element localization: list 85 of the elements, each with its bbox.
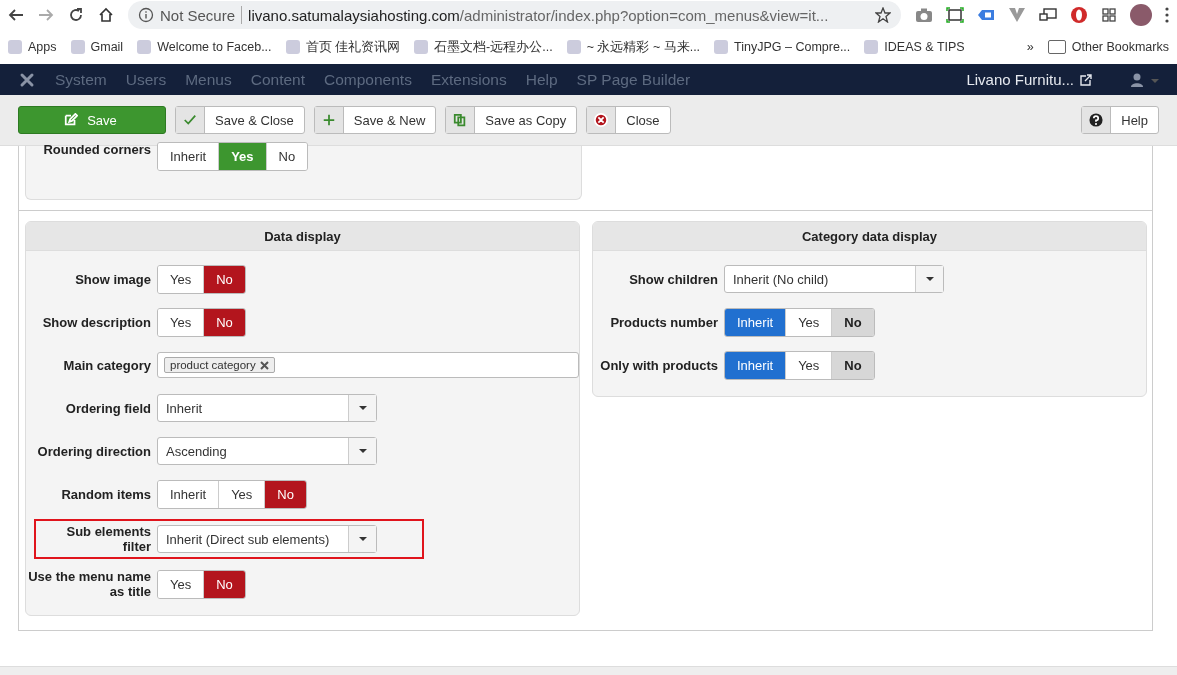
select-field[interactable]: Ascending [157,437,377,465]
field-label: Show children [628,271,718,287]
cast-icon[interactable] [1039,7,1057,23]
other-bookmarks[interactable]: Other Bookmarks [1047,40,1169,54]
tag-icon[interactable] [977,7,995,23]
v-logo-icon[interactable] [1008,7,1026,23]
grid-icon[interactable] [1101,7,1117,23]
field-label: Rounded corners [42,142,151,157]
toggle-option[interactable]: Yes [158,570,205,598]
remove-icon[interactable] [259,360,269,370]
address-bar[interactable]: Not Secure livano.satumalaysiahosting.com/administrator/index.php?option=com_menus&view=it... [128,1,901,29]
user-icon[interactable] [1131,72,1159,87]
toggle-option[interactable]: No [265,480,306,508]
toolbar-button[interactable]: Close [586,106,671,134]
toolbar-button[interactable]: Save as Copy [445,106,578,134]
toggle-option[interactable]: No [204,308,245,336]
toggle-option[interactable]: No [204,265,245,293]
toolbar-button[interactable]: Save & New [313,106,437,134]
bookmark[interactable]: IDEAS & TIPS [864,40,965,54]
toggle-option[interactable]: Inherit [158,480,220,508]
help-icon [1089,113,1104,127]
toggle-option[interactable]: Inherit [725,308,787,336]
bookmarks-overflow[interactable]: » [1026,40,1034,54]
bookmark[interactable]: ~ 永远精彩 ~ 马来... [566,38,701,56]
caret-icon [357,405,368,411]
toolbar-button[interactable]: Save & Close [175,106,305,134]
toggle-option[interactable]: No [204,570,245,598]
camera-icon[interactable] [915,7,933,23]
toggle-option[interactable]: Yes [786,351,833,379]
bookmark[interactable]: TinyJPG – Compre... [714,40,851,54]
bookmark[interactable]: Apps [8,40,57,54]
toggle-option[interactable]: Yes [158,308,205,336]
field-label: Sub elements filter [65,524,151,554]
toggle-option[interactable]: Yes [786,308,833,336]
toggle-option[interactable]: Inherit [158,143,220,170]
tag-input-field[interactable]: product category [157,352,579,378]
check-icon [183,113,197,127]
caret-icon [357,536,368,542]
tag-chip[interactable]: product category [164,357,275,373]
field-label: Ordering direction [36,443,151,459]
close-icon [594,113,609,127]
bookmark[interactable]: Welcome to Faceb... [137,40,272,54]
plus-icon [321,113,336,127]
select-field[interactable]: Inherit (No child) [724,265,944,293]
external-link-icon[interactable] [1080,73,1092,86]
toggle-option[interactable]: Inherit [725,351,787,379]
opera-icon[interactable] [1070,6,1088,24]
caret-icon [357,448,368,454]
toggle-option[interactable]: Yes [158,265,205,293]
avatar-icon[interactable] [1130,4,1152,26]
bookmark[interactable]: Gmail [70,40,124,54]
caret-icon [924,276,935,282]
select-field[interactable]: Inherit (Direct sub elements) [157,525,377,553]
field-label: Random items [60,486,151,502]
toggle-option[interactable]: No [832,308,874,336]
field-label: Ordering field [64,400,151,416]
field-label: Use the menu name as title [27,569,151,599]
panel-title: Data display [26,222,579,251]
field-label: Only with products [599,357,718,373]
field-label: Show description [41,314,151,330]
star-icon[interactable] [875,7,891,23]
screen-capture-icon[interactable] [946,7,964,23]
info-icon [138,7,154,23]
field-label: Main category [62,357,151,373]
toggle-option[interactable]: Yes [219,143,267,170]
toggle-option[interactable]: No [266,143,308,170]
panel-title: Category data display [593,222,1146,251]
security-label: Not Secure [160,6,236,24]
field-label: Show image [74,271,151,287]
site-link[interactable]: Livano Furnitu... [966,71,1074,88]
back-icon[interactable] [8,7,24,23]
home-icon[interactable] [98,7,114,23]
field-label: Products number [609,314,718,330]
reload-icon[interactable] [68,7,84,23]
toolbar-button[interactable]: Save [18,106,166,134]
edit-icon [64,113,79,127]
help-button[interactable]: Help [1081,106,1159,134]
toggle-option[interactable]: Yes [219,480,266,508]
url-text: livano.satumalaysiahosting.com/administrator/index.php?option=com_menus&view=it... [248,6,830,24]
bookmark[interactable]: 石墨文档-远程办公... [414,38,553,56]
toggle-option[interactable]: No [832,351,874,379]
menu-icon[interactable] [1165,7,1169,23]
copy-icon [453,113,468,127]
select-field[interactable]: Inherit [157,394,377,422]
bookmark[interactable]: 首页 佳礼资讯网 [285,38,401,56]
